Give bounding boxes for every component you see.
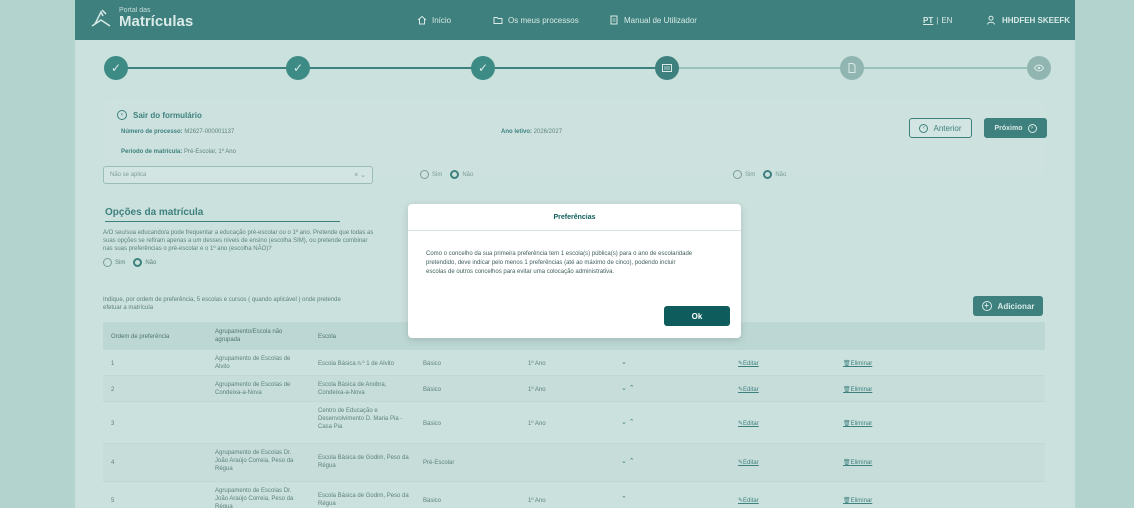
dialog-message-line-3: escolas de outros concelhos para evitar … [426,269,615,275]
dialog-message-line-2: pretendido, deve indicar pelo menos 1 pr… [426,260,676,266]
dialog-title: Preferências [553,214,596,221]
preferences-dialog: Preferências Como o concelho da sua prim… [408,204,741,338]
dialog-message-line-1: Como o concelho da sua primeira preferên… [426,251,693,257]
dialog-divider [408,230,741,231]
ok-button[interactable]: Ok [664,306,730,326]
dialog-message: Como o concelho da sua primeira preferên… [426,250,726,277]
